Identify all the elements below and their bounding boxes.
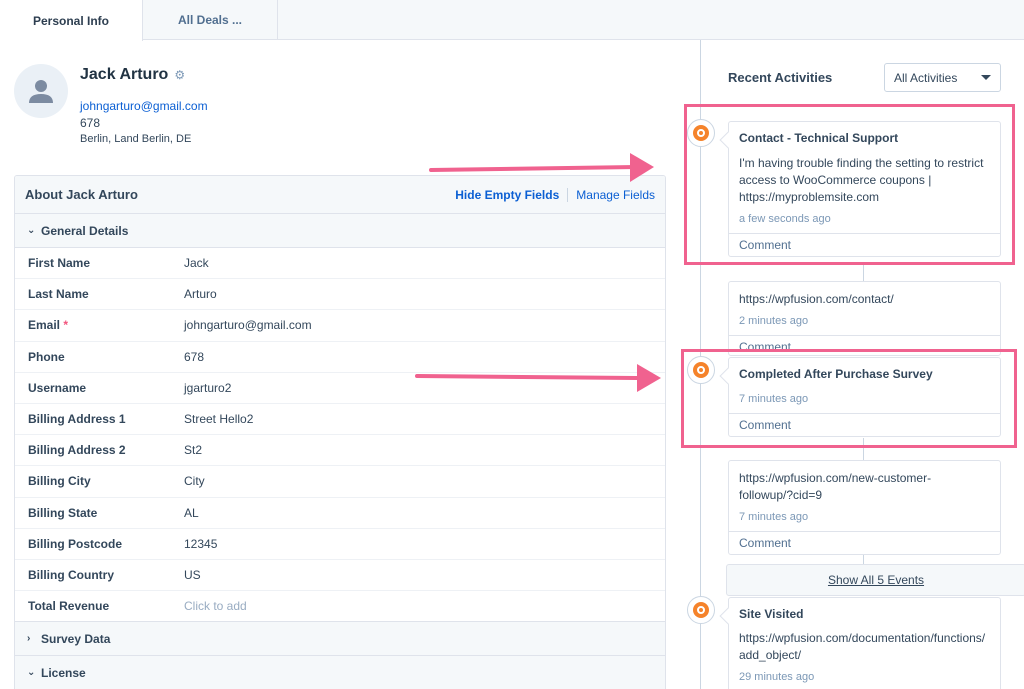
activity-filter-select[interactable]: All Activities: [884, 63, 1001, 92]
caret-down-icon: [981, 75, 991, 80]
comment-button[interactable]: Comment: [729, 531, 1000, 554]
field-row-total-revenue: Total Revenue Click to add: [15, 591, 665, 623]
activity-card: https://wpfusion.com/contact/ 2 minutes …: [728, 281, 1001, 356]
hide-empty-fields-link[interactable]: Hide Empty Fields: [455, 188, 559, 202]
field-label: Billing State: [28, 505, 98, 520]
activity-body: https://wpfusion.com/contact/: [739, 292, 894, 306]
field-row-billing-country: Billing Country US: [15, 560, 665, 592]
section-license[interactable]: ⌄ License: [15, 656, 665, 689]
tab-all-deals[interactable]: All Deals ...: [143, 0, 278, 40]
about-card: About Jack Arturo Hide Empty Fields Mana…: [14, 175, 666, 689]
field-row-username: Username jgarturo2: [15, 373, 665, 404]
section-label: Survey Data: [41, 631, 111, 646]
section-label: General Details: [41, 223, 129, 238]
tab-personal-info[interactable]: Personal Info: [0, 0, 143, 41]
field-label: Billing Address 1: [28, 412, 126, 427]
field-label: Phone: [28, 349, 65, 364]
field-row-billing-state: Billing State AL: [15, 498, 665, 529]
field-row-billing-address-1: Billing Address 1 Street Hello2: [15, 404, 665, 436]
field-label: Billing Postcode: [28, 536, 123, 551]
activity-card: https://wpfusion.com/new-customer-follow…: [728, 460, 1001, 555]
activity-time: 7 minutes ago: [739, 511, 809, 523]
activity-body: https://wpfusion.com/documentation/funct…: [739, 631, 986, 662]
field-label: Email: [28, 318, 61, 333]
field-row-first-name: First Name Jack: [15, 248, 665, 280]
manage-fields-link[interactable]: Manage Fields: [576, 188, 655, 202]
section-survey-data[interactable]: › Survey Data: [15, 622, 665, 657]
field-row-email: Email * johngarturo@gmail.com: [15, 310, 665, 342]
field-value[interactable]: Street Hello2: [184, 412, 253, 426]
section-general-details[interactable]: ⌄ General Details: [15, 214, 665, 248]
field-label-wrap: Email *: [15, 318, 184, 332]
field-value[interactable]: jgarturo2: [184, 381, 231, 395]
field-label: Total Revenue: [28, 599, 110, 614]
field-value[interactable]: City: [184, 474, 205, 488]
section-label: License: [41, 665, 86, 680]
activity-card: Site Visited https://wpfusion.com/docume…: [719, 597, 1001, 689]
field-row-billing-postcode: Billing Postcode 12345: [15, 529, 665, 560]
field-row-phone: Phone 678: [15, 342, 665, 373]
contact-name-text: Jack Arturo: [80, 66, 169, 83]
card-connector: [863, 262, 864, 282]
recent-activities-title: Recent Activities: [728, 70, 833, 85]
annotation-highlight-box: [684, 104, 1015, 265]
chevron-down-icon: ⌄: [27, 225, 36, 236]
field-label: Billing Country: [28, 567, 114, 582]
annotation-highlight-box: [681, 349, 1017, 448]
contact-name: Jack Arturo ⚙: [80, 66, 185, 84]
required-marker: *: [63, 318, 69, 333]
field-label: Billing City: [28, 474, 91, 489]
chevron-down-icon: ⌄: [27, 667, 36, 679]
show-all-events-button[interactable]: Show All 5 Events: [726, 564, 1024, 596]
contact-phone: 678: [80, 116, 101, 130]
about-actions: Hide Empty Fields Manage Fields: [455, 187, 655, 202]
field-row-billing-address-2: Billing Address 2 St2: [15, 435, 665, 467]
person-icon: [29, 80, 53, 103]
field-value[interactable]: St2: [184, 443, 202, 457]
divider: [567, 187, 569, 202]
general-details-fields: First Name Jack Last Name Arturo Email * jo…: [15, 248, 665, 623]
field-value[interactable]: 678: [184, 350, 204, 364]
field-row-billing-city: Billing City City: [15, 466, 665, 498]
activity-body: https://wpfusion.com/new-customer-follow…: [739, 471, 932, 502]
chevron-right-icon: ›: [27, 633, 31, 645]
about-header: About Jack Arturo Hide Empty Fields Mana…: [15, 176, 665, 214]
field-label: First Name: [28, 256, 91, 271]
timeline-marker-icon: [687, 596, 715, 624]
field-label: Username: [28, 380, 87, 395]
activity-filter-value: All Activities: [894, 70, 958, 85]
activity-time: 29 minutes ago: [739, 671, 815, 683]
contact-email-link[interactable]: johngarturo@gmail.com: [80, 99, 208, 113]
field-label: Last Name: [28, 287, 89, 302]
field-value[interactable]: US: [184, 568, 201, 582]
field-value-placeholder[interactable]: Click to add: [184, 599, 247, 613]
gear-icon[interactable]: ⚙: [174, 68, 185, 82]
field-value[interactable]: AL: [184, 506, 199, 520]
field-value[interactable]: 12345: [184, 537, 217, 551]
tab-bar: Personal Info All Deals ...: [0, 0, 1024, 41]
contact-location: Berlin, Land Berlin, DE: [80, 133, 192, 145]
field-value[interactable]: Jack: [184, 256, 209, 270]
field-value[interactable]: johngarturo@gmail.com: [184, 318, 312, 332]
activity-title: Site Visited: [739, 607, 804, 621]
about-title: About Jack Arturo: [25, 187, 138, 202]
avatar: [14, 64, 68, 118]
activity-time: 2 minutes ago: [739, 315, 809, 327]
field-row-last-name: Last Name Arturo: [15, 279, 665, 311]
field-value[interactable]: Arturo: [184, 287, 217, 301]
field-label: Billing Address 2: [28, 443, 126, 458]
